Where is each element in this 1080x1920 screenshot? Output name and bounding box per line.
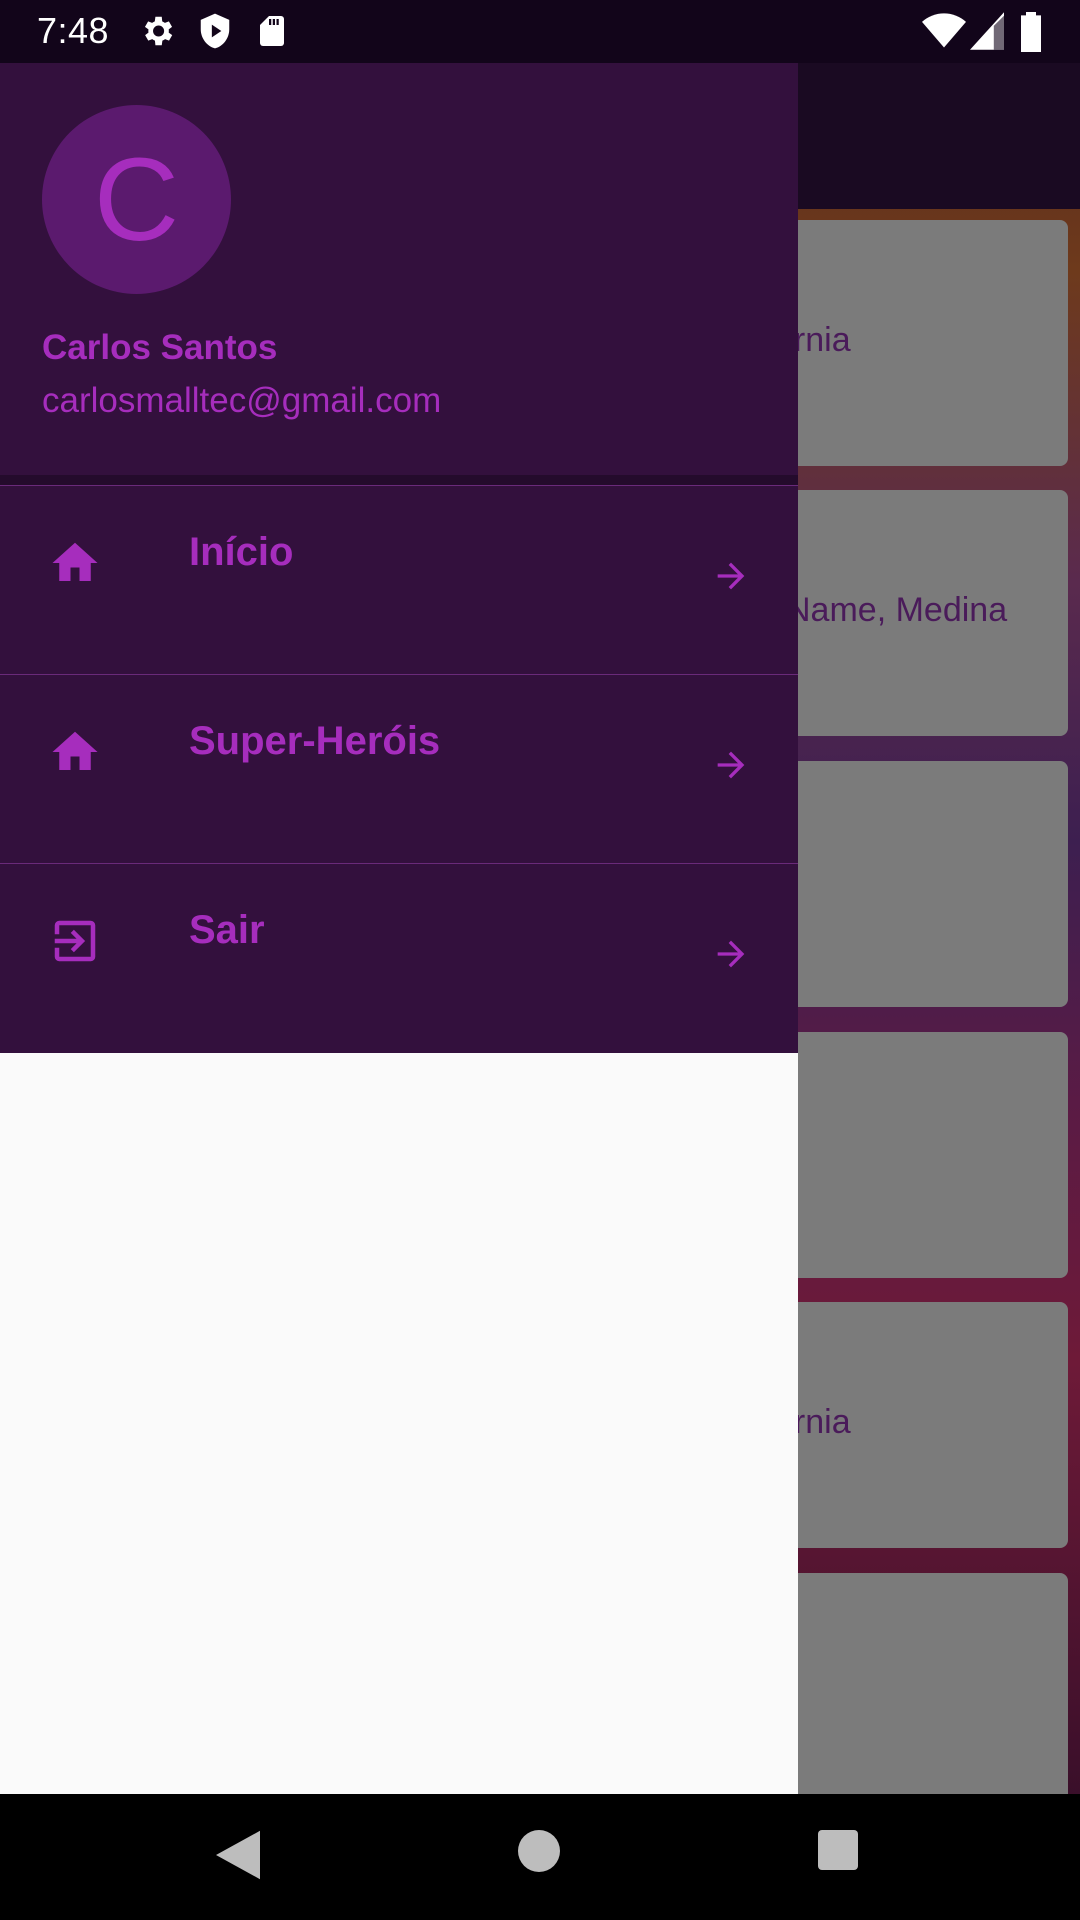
account-email: carlosmalltec@gmail.com — [42, 381, 442, 420]
background-card[interactable] — [770, 761, 1068, 1007]
arrow-right-icon — [717, 751, 745, 779]
header-divider — [0, 475, 798, 485]
background-card-text: Name, Medina — [786, 591, 1008, 629]
background-card[interactable] — [770, 1032, 1068, 1278]
arrow-right-icon — [717, 940, 745, 968]
menu-item-inicio[interactable]: Início — [0, 485, 798, 673]
menu-item-label: Sair — [189, 908, 265, 952]
system-nav-bar — [0, 1794, 1080, 1920]
background-card[interactable] — [770, 1573, 1068, 1819]
home-circle-icon[interactable] — [518, 1830, 560, 1872]
menu-item-super-herois[interactable]: Super-Heróis — [0, 674, 798, 862]
back-icon[interactable] — [216, 1830, 260, 1880]
shield-play-icon — [200, 13, 230, 49]
exit-icon — [54, 920, 96, 962]
wifi-icon — [922, 13, 966, 48]
sd-card-icon — [260, 16, 284, 46]
status-bar: 7:48 — [0, 0, 1080, 63]
arrow-right-icon — [717, 562, 745, 590]
recents-icon[interactable] — [818, 1830, 858, 1870]
gear-icon — [144, 16, 173, 46]
home-icon — [52, 542, 98, 581]
status-time: 7:48 — [37, 10, 110, 51]
navigation-drawer: C Carlos Santos carlosmalltec@gmail.com … — [0, 63, 798, 1794]
menu-item-sair[interactable]: Sair — [0, 863, 798, 1053]
menu-item-label: Início — [189, 530, 294, 574]
drawer-menu: Início Super-Heróis Sair — [0, 485, 798, 1053]
drawer-header: C Carlos Santos carlosmalltec@gmail.com — [0, 63, 798, 475]
home-icon — [52, 731, 98, 770]
menu-item-label: Super-Heróis — [189, 719, 441, 763]
account-name: Carlos Santos — [42, 328, 278, 367]
battery-icon — [1021, 12, 1041, 52]
signal-icon — [970, 12, 1004, 50]
avatar[interactable]: C — [42, 105, 231, 294]
